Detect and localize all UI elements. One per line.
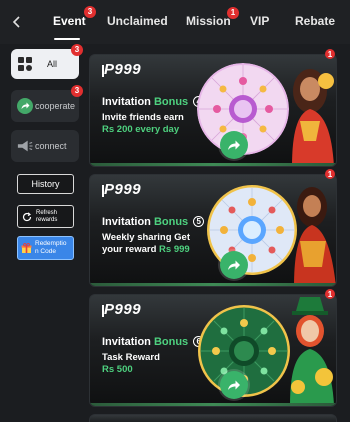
card-title: Invitation Bonus 5 (102, 216, 205, 228)
category-all-label: All (47, 59, 58, 69)
leprechaun-character-illustration (290, 297, 334, 405)
top-tab-bar: Event 3 Unclaimed Mission 1 VIP Rebate (0, 0, 350, 44)
event-card-invitation-bonus-5[interactable]: P999 Invitation Bonus 5 Weekly sharing G… (89, 174, 337, 287)
redemption-code-button[interactable]: Redemption Code (17, 236, 74, 260)
tab-mission[interactable]: Mission (186, 14, 231, 28)
card-2-badge: 1 (325, 169, 335, 179)
history-label: History (31, 179, 60, 189)
back-button[interactable] (6, 10, 28, 34)
gift-icon (21, 242, 32, 254)
card-reward-amount: Rs 500 (102, 364, 133, 375)
tab-unclaimed[interactable]: Unclaimed (107, 14, 168, 28)
category-all-badge: 3 (71, 44, 83, 56)
card-rim (90, 403, 336, 406)
redemption-code-label: Redemption Code (35, 240, 67, 255)
category-connect-label: connect (35, 141, 67, 151)
card-title: Invitation Bonus 4 (102, 96, 205, 108)
card-1-badge: 1 (325, 49, 335, 59)
card-reward-amount: Rs 200 every day (102, 124, 180, 135)
event-card-invitation-bonus-6[interactable]: P999 Invitation Bonus 6 Task Reward Rs 5… (89, 294, 337, 407)
category-sidebar: All 3 cooperate 3 connect History Refres… (0, 44, 86, 422)
tab-event[interactable]: Event (53, 14, 86, 28)
category-connect[interactable]: connect (11, 130, 79, 162)
arrow-share-icon[interactable] (220, 131, 248, 159)
arrow-share-icon[interactable] (220, 371, 248, 399)
p999-logo: P999 (102, 61, 142, 78)
event-card-next-partial[interactable] (89, 414, 337, 422)
refresh-rewards-label: Refresh rewards (36, 209, 58, 223)
card-number: 5 (193, 216, 205, 227)
tab-event-badge: 3 (84, 6, 96, 18)
active-tab-indicator (54, 38, 80, 40)
card-description-line2: your reward Rs 999 (102, 244, 190, 255)
card-rim (90, 163, 336, 166)
p999-logo: P999 (102, 181, 142, 198)
category-all[interactable]: All (11, 49, 79, 79)
woman-character-illustration (294, 187, 336, 286)
category-cooperate[interactable]: cooperate (11, 90, 79, 122)
history-button[interactable]: History (17, 174, 74, 194)
event-list: P999 Invitation Bonus 4 Invite friends e… (86, 44, 350, 422)
arrow-share-icon[interactable] (220, 251, 248, 279)
card-description-line1: Invite friends earn (102, 112, 184, 123)
card-description-line1: Task Reward (102, 352, 160, 363)
card-title: Invitation Bonus 6 (102, 336, 205, 348)
tab-mission-badge: 1 (227, 7, 239, 19)
category-cooperate-badge: 3 (71, 85, 83, 97)
refresh-icon (22, 211, 32, 222)
megaphone-icon (17, 138, 33, 154)
chevron-left-icon (12, 16, 20, 28)
card-description-line1: Weekly sharing Get (102, 232, 190, 243)
tab-vip[interactable]: VIP (250, 14, 269, 28)
event-card-invitation-bonus-4[interactable]: P999 Invitation Bonus 4 Invite friends e… (89, 54, 337, 167)
card-rim (90, 283, 336, 286)
tab-rebate[interactable]: Rebate (295, 14, 335, 28)
card-3-badge: 1 (325, 289, 335, 299)
p999-logo: P999 (102, 301, 142, 318)
category-cooperate-label: cooperate (35, 101, 76, 111)
woman-character-illustration (292, 69, 334, 166)
refresh-rewards-button[interactable]: Refresh rewards (17, 205, 74, 228)
share-arrow-icon (17, 98, 33, 114)
grid-icon (17, 56, 33, 72)
card-reward-amount: Rs 999 (159, 244, 190, 255)
